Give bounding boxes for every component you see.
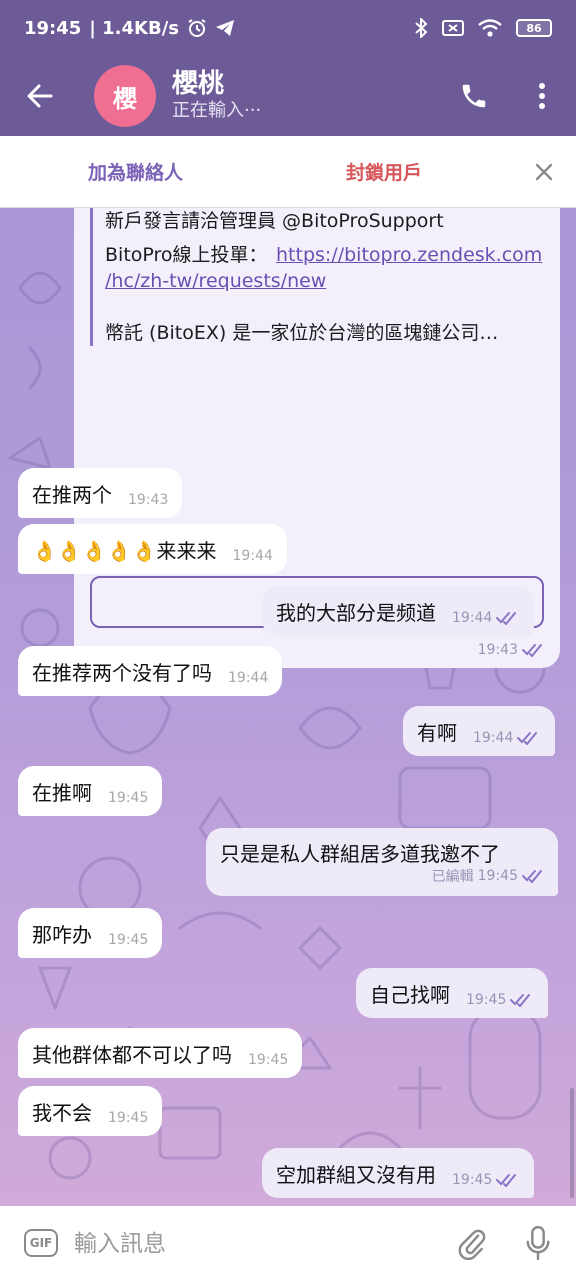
outgoing-message[interactable]: 空加群組又沒有用 19:45 (262, 1148, 535, 1198)
message-text: 在推两个 (32, 482, 112, 507)
more-button[interactable] (508, 56, 576, 136)
chat-history[interactable]: 新戶發言請洽管理員 @BitoProSupport BitoPro線上投單： h… (0, 208, 576, 1206)
message-time: 19:43 (477, 642, 518, 658)
incoming-message[interactable]: 那咋办 19:45 (18, 908, 163, 958)
incoming-message[interactable]: 我不会 19:45 (18, 1086, 163, 1136)
scrollbar[interactable] (570, 1088, 574, 1198)
typing-status: 正在輸入··· (172, 100, 262, 121)
message-text: 在推荐两个没有了吗 (32, 660, 212, 685)
clock: 19:45 (24, 17, 82, 39)
message-time: 19:44 (228, 670, 269, 686)
message-meta: 19:45 (108, 1110, 148, 1126)
attach-icon (458, 1229, 486, 1260)
microphone-icon (526, 1226, 550, 1260)
message-time: 19:44 (452, 610, 493, 626)
message-meta: 19:45 (452, 1172, 520, 1188)
incoming-message[interactable]: 在推两个 19:43 (18, 468, 183, 518)
message-meta: 19:44 (228, 670, 268, 686)
message-meta: 19:45 (108, 932, 148, 948)
message-meta: 19:45 (248, 1052, 288, 1068)
message-text: 我不会 (32, 1100, 92, 1125)
outgoing-message[interactable]: 只是是私人群組居多道我邀不了 已編輯 19:45 (206, 828, 558, 896)
chat-header: 櫻 櫻桃 正在輸入··· (0, 56, 576, 136)
no-sim-icon (442, 20, 464, 36)
close-icon (535, 163, 553, 180)
message-time: 19:45 (108, 1110, 149, 1126)
add-contact-button[interactable]: 加為聯絡人 (88, 158, 183, 185)
message-meta: 19:45 (108, 790, 148, 806)
block-user-button[interactable]: 封鎖用戶 (346, 158, 422, 185)
gif-button[interactable]: GIF (24, 1229, 58, 1257)
double-check-icon (496, 1174, 517, 1187)
message-text: 那咋办 (32, 922, 92, 947)
preview-accent-bar (90, 208, 93, 346)
double-check-icon (522, 644, 542, 657)
back-button[interactable] (0, 56, 80, 136)
battery-indicator: 86 (516, 19, 552, 37)
preview-link[interactable]: /hc/zh-tw/requests/new (105, 268, 326, 294)
message-text: 其他群体都不可以了吗 (32, 1042, 232, 1067)
contact-action-bar: 加為聯絡人 封鎖用戶 (0, 136, 576, 208)
preview-text-line: BitoPro線上投單： (105, 244, 268, 266)
wifi-icon (478, 19, 502, 37)
status-bar: 19:45 | 1.4KB/s 86 (0, 0, 576, 56)
avatar[interactable]: 櫻 (94, 65, 156, 127)
bluetooth-icon (415, 18, 428, 38)
message-text: 我的大部分是频道 (276, 600, 436, 625)
message-time: 19:45 (248, 1052, 289, 1068)
double-check-icon (496, 612, 517, 625)
edited-label: 已編輯 (431, 869, 474, 885)
message-meta: 19:44 (473, 730, 541, 746)
outgoing-message[interactable]: 自己找啊 19:45 (356, 968, 549, 1018)
message-time: 19:43 (128, 492, 169, 508)
message-meta: 19:45 (466, 992, 534, 1008)
message-time: 19:45 (108, 932, 149, 948)
double-check-icon (517, 732, 538, 745)
message-meta: 19:43 (478, 642, 546, 658)
message-time: 19:45 (466, 992, 507, 1008)
message-text: 空加群組又沒有用 (276, 1162, 436, 1187)
alarm-icon (188, 19, 206, 37)
message-time: 19:45 (108, 790, 149, 806)
double-check-icon (522, 870, 542, 883)
more-vertical-icon (539, 83, 545, 109)
message-time: 19:44 (232, 548, 273, 564)
incoming-message[interactable]: 在推啊 19:45 (18, 766, 163, 816)
back-arrow-icon (27, 84, 53, 108)
preview-link[interactable]: https://bitopro.zendesk.com (276, 242, 542, 268)
message-text: 👌👌👌👌👌来来来 (32, 538, 217, 563)
double-check-icon (510, 994, 531, 1007)
close-action-bar-button[interactable] (526, 154, 562, 190)
message-text: 有啊 (417, 720, 457, 745)
incoming-message[interactable]: 其他群体都不可以了吗 19:45 (18, 1028, 303, 1078)
chat-title[interactable]: 櫻桃 正在輸入··· (172, 69, 261, 123)
outgoing-message[interactable]: 我的大部分是频道 19:44 (262, 586, 535, 636)
voice-record-button[interactable] (516, 1221, 560, 1265)
message-time: 19:45 (452, 1172, 493, 1188)
message-meta: 19:44 (452, 610, 520, 626)
call-button[interactable] (440, 56, 508, 136)
message-time: 19:44 (473, 730, 514, 746)
phone-icon (462, 84, 486, 108)
preview-text-line: 新戶發言請洽管理員 @BitoProSupport (105, 210, 444, 232)
message-input[interactable] (74, 1228, 434, 1260)
message-meta: 19:43 (128, 492, 168, 508)
outgoing-message[interactable]: 有啊 19:44 (403, 706, 556, 756)
preview-description: 幣託 (BitoEX) 是一家位於台灣的區塊鏈公司… (105, 322, 499, 344)
contact-name: 櫻桃 (172, 69, 225, 99)
message-meta: 已編輯 19:45 (432, 866, 546, 886)
message-text: 在推啊 (32, 780, 92, 805)
network-speed: | 1.4KB/s (89, 17, 179, 39)
message-text: 只是是私人群組居多道我邀不了 (220, 842, 500, 866)
message-time: 19:45 (477, 868, 518, 884)
incoming-message[interactable]: 在推荐两个没有了吗 19:44 (18, 646, 283, 696)
message-meta: 19:44 (233, 548, 273, 564)
message-text: 自己找啊 (370, 982, 450, 1007)
message-input-bar: GIF (0, 1206, 576, 1280)
telegram-icon (215, 20, 234, 36)
incoming-message[interactable]: 👌👌👌👌👌来来来 19:44 (18, 524, 287, 574)
gif-icon: GIF (29, 1236, 53, 1250)
attach-button[interactable] (452, 1221, 492, 1265)
